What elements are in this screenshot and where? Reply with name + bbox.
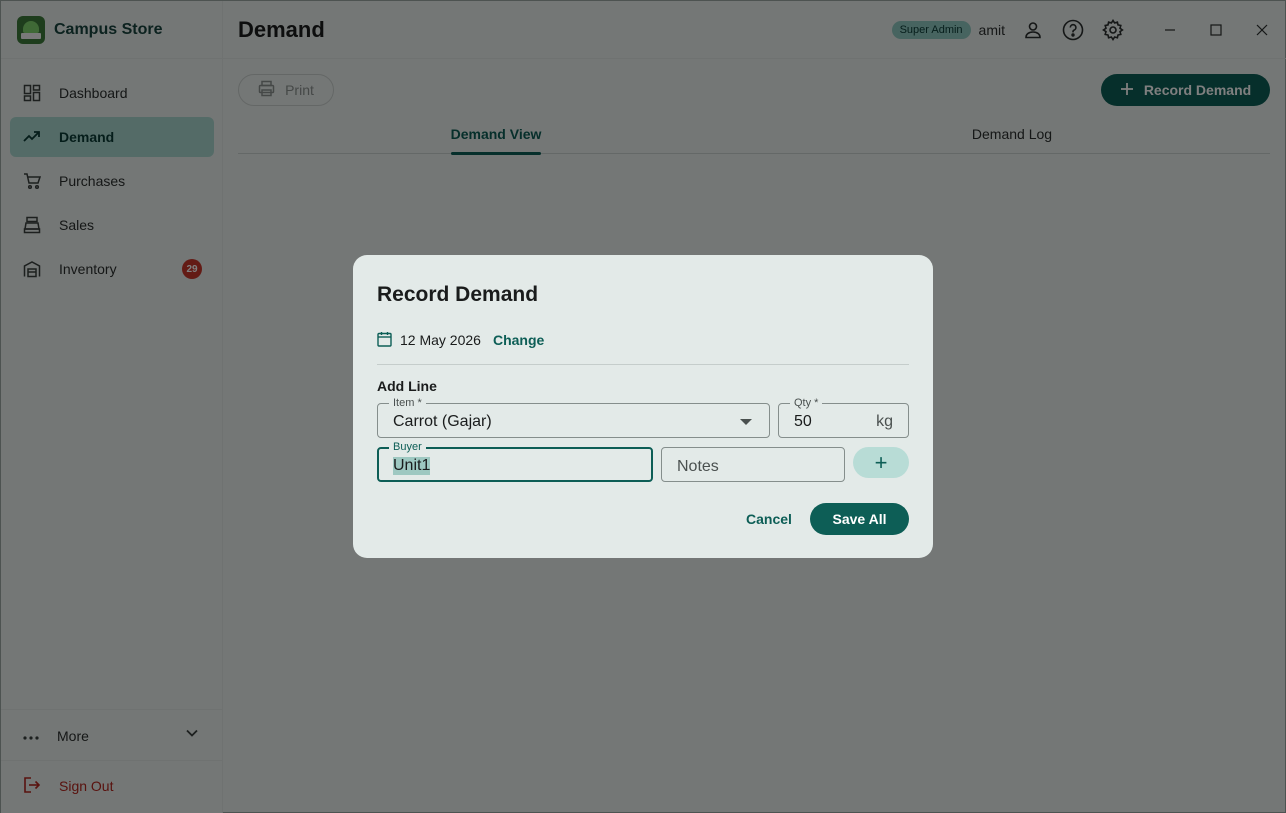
add-line-heading: Add Line: [377, 378, 437, 394]
item-field-label: Item *: [389, 396, 426, 410]
qty-unit: kg: [876, 413, 893, 430]
item-select[interactable]: Item * Carrot (Gajar): [377, 396, 770, 438]
qty-field[interactable]: Qty * 50 kg: [778, 396, 909, 438]
buyer-value: Unit1: [393, 457, 431, 475]
date-row: 12 May 2026 Change: [377, 331, 544, 349]
notes-placeholder: Notes: [677, 458, 719, 475]
divider: [377, 364, 909, 365]
add-line-button[interactable]: +: [853, 447, 909, 478]
change-date-link[interactable]: Change: [493, 332, 544, 348]
dropdown-arrow-icon: [740, 419, 752, 425]
cancel-button[interactable]: Cancel: [741, 503, 797, 535]
save-all-button[interactable]: Save All: [810, 503, 909, 535]
calendar-icon: [377, 331, 392, 350]
plus-icon: +: [874, 449, 888, 475]
buyer-field-label: Buyer: [389, 440, 426, 454]
buyer-field[interactable]: Buyer Unit1: [377, 440, 653, 482]
record-demand-dialog: Record Demand 12 May 2026 Change Add Lin…: [353, 255, 933, 558]
qty-value: 50: [794, 413, 812, 430]
item-value: Carrot (Gajar): [393, 413, 492, 430]
selected-date: 12 May 2026: [400, 332, 481, 348]
qty-field-label: Qty *: [790, 396, 823, 410]
dialog-title: Record Demand: [377, 283, 539, 306]
notes-field[interactable]: Notes: [661, 447, 845, 482]
